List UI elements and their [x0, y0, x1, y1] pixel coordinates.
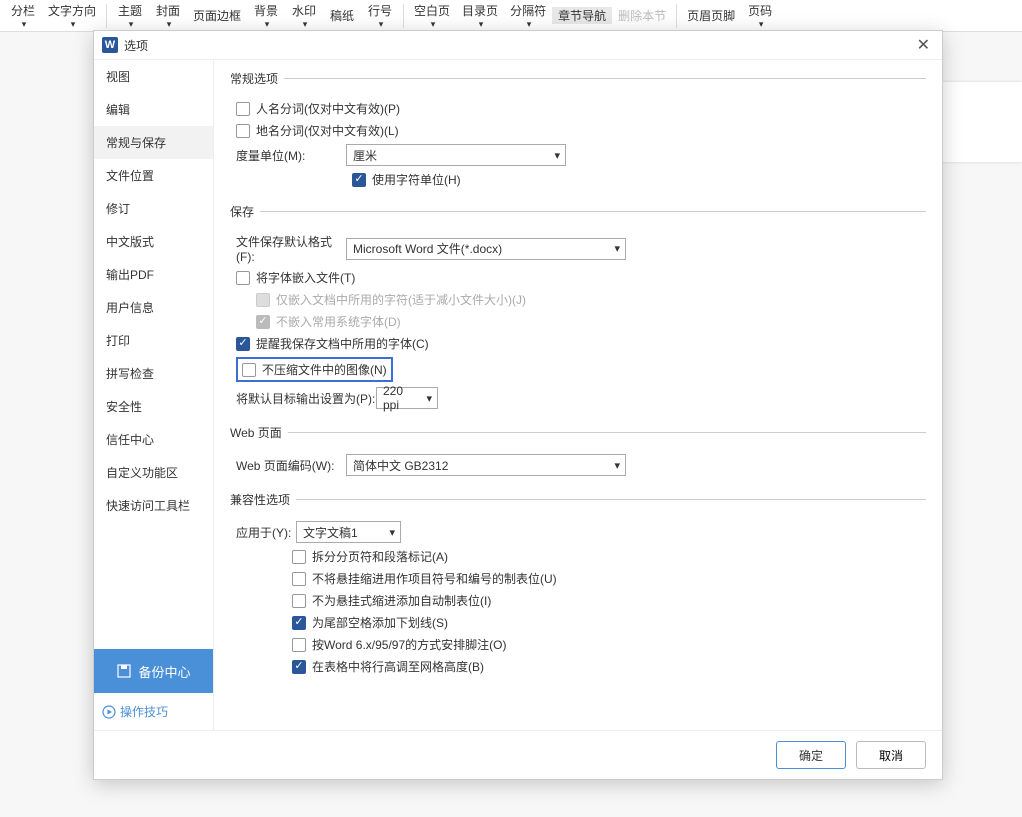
word6-footnote-checkbox[interactable]	[292, 638, 306, 652]
sidebar-item[interactable]: 常规与保存	[94, 126, 213, 159]
apply-select[interactable]: 文字文稿1	[296, 521, 401, 543]
section-general-legend: 常规选项	[230, 70, 284, 87]
ribbon-item[interactable]: 页眉页脚	[681, 7, 741, 24]
ribbon-item[interactable]: 背景 ▾	[247, 2, 285, 30]
remind-fonts-checkbox[interactable]	[236, 337, 250, 351]
sidebar-item[interactable]: 自定义功能区	[94, 456, 213, 489]
dialog-sidebar: 视图编辑常规与保存文件位置修订中文版式输出PDF用户信息打印拼写检查安全性信任中…	[94, 60, 214, 730]
cancel-button[interactable]: 取消	[856, 741, 926, 769]
ribbon-item[interactable]: 文字方向 ▾	[42, 2, 102, 30]
sidebar-list: 视图编辑常规与保存文件位置修订中文版式输出PDF用户信息打印拼写检查安全性信任中…	[94, 60, 213, 649]
app-icon: W	[102, 37, 118, 53]
sidebar-item[interactable]: 文件位置	[94, 159, 213, 192]
tips-link[interactable]: 操作技巧	[94, 693, 213, 730]
no-compress-img-checkbox[interactable]	[242, 363, 256, 377]
no-compress-img-label: 不压缩文件中的图像(N)	[262, 361, 387, 378]
backup-label: 备份中心	[138, 662, 190, 681]
ribbon-item[interactable]: 页码 ▾	[741, 2, 779, 30]
sidebar-item[interactable]: 打印	[94, 324, 213, 357]
use-char-unit-label: 使用字符单位(H)	[372, 171, 461, 188]
sidebar-item[interactable]: 中文版式	[94, 225, 213, 258]
default-out-label: 将默认目标输出设置为(P):	[236, 390, 376, 407]
embed-used-checkbox	[256, 293, 270, 307]
apply-label: 应用于(Y):	[236, 524, 296, 541]
ribbon-item[interactable]: 水印 ▾	[285, 2, 323, 30]
sidebar-item[interactable]: 安全性	[94, 390, 213, 423]
no-hang-indent-checkbox[interactable]	[292, 572, 306, 586]
unit-select[interactable]: 厘米	[346, 144, 566, 166]
no-hang-indent-label: 不将悬挂缩进用作项目符号和编号的制表位(U)	[312, 570, 557, 587]
name-seg-label: 人名分词(仅对中文有效)(P)	[256, 100, 400, 117]
sidebar-item[interactable]: 快速访问工具栏	[94, 489, 213, 522]
dialog-content: 常规选项 人名分词(仅对中文有效)(P) 地名分词(仅对中文有效)(L) 度量单…	[214, 60, 942, 730]
place-seg-label: 地名分词(仅对中文有效)(L)	[256, 122, 399, 139]
default-out-select[interactable]: 220 ppi	[376, 387, 438, 409]
no-sys-fonts-checkbox	[256, 315, 270, 329]
default-format-select[interactable]: Microsoft Word 文件(*.docx)	[346, 238, 626, 260]
ok-button[interactable]: 确定	[776, 741, 846, 769]
ribbon-item[interactable]: 封面 ▾	[149, 2, 187, 30]
section-web: Web 页面 Web 页面编码(W): 简体中文 GB2312	[230, 424, 926, 481]
dialog-footer: 确定 取消	[94, 730, 942, 779]
underline-trail-checkbox[interactable]	[292, 616, 306, 630]
tips-label: 操作技巧	[120, 703, 168, 720]
ribbon-item[interactable]: 稿纸	[323, 7, 361, 24]
close-icon[interactable]: ✕	[913, 35, 934, 55]
section-save-legend: 保存	[230, 203, 260, 220]
word6-footnote-label: 按Word 6.x/95/97的方式安排脚注(O)	[312, 636, 507, 653]
section-compat-legend: 兼容性选项	[230, 491, 296, 508]
backup-center-button[interactable]: 备份中心	[94, 649, 213, 693]
no-auto-tab-checkbox[interactable]	[292, 594, 306, 608]
ribbon-item[interactable]: 行号 ▾	[361, 2, 399, 30]
ribbon-toolbar: 分栏 ▾文字方向 ▾ 主题 ▾封面 ▾页面边框背景 ▾水印 ▾稿纸行号 ▾ 空白页 …	[0, 0, 1022, 32]
sidebar-item[interactable]: 信任中心	[94, 423, 213, 456]
ribbon-item[interactable]: 页面边框	[187, 7, 247, 24]
dialog-titlebar: W 选项 ✕	[94, 31, 942, 59]
ribbon-item: 删除本节	[612, 7, 672, 24]
use-char-unit-checkbox[interactable]	[352, 173, 366, 187]
table-grid-height-checkbox[interactable]	[292, 660, 306, 674]
underline-trail-label: 为尾部空格添加下划线(S)	[312, 614, 448, 631]
unit-label: 度量单位(M):	[236, 147, 346, 164]
remind-fonts-label: 提醒我保存文档中所用的字体(C)	[256, 335, 429, 352]
section-save: 保存 文件保存默认格式(F): Microsoft Word 文件(*.docx…	[230, 203, 926, 414]
section-web-legend: Web 页面	[230, 424, 288, 441]
embed-fonts-checkbox[interactable]	[236, 271, 250, 285]
sidebar-item[interactable]: 拼写检查	[94, 357, 213, 390]
backup-icon	[116, 663, 132, 679]
name-seg-checkbox[interactable]	[236, 102, 250, 116]
section-compat: 兼容性选项 应用于(Y): 文字文稿1 拆分分页符和段落标记(A) 不将悬挂缩进…	[230, 491, 926, 680]
split-page-checkbox[interactable]	[292, 550, 306, 564]
encoding-label: Web 页面编码(W):	[236, 457, 346, 474]
no-auto-tab-label: 不为悬挂式缩进添加自动制表位(I)	[312, 592, 491, 609]
format-label: 文件保存默认格式(F):	[236, 233, 346, 264]
ribbon-item[interactable]: 目录页 ▾	[456, 2, 504, 30]
table-grid-height-label: 在表格中将行高调至网格高度(B)	[312, 658, 484, 675]
sidebar-item[interactable]: 修订	[94, 192, 213, 225]
sidebar-item[interactable]: 编辑	[94, 93, 213, 126]
ribbon-item[interactable]: 分隔符 ▾	[504, 2, 552, 30]
section-general: 常规选项 人名分词(仅对中文有效)(P) 地名分词(仅对中文有效)(L) 度量单…	[230, 70, 926, 193]
dialog-title-text: 选项	[124, 37, 148, 54]
ribbon-item[interactable]: 分栏 ▾	[4, 2, 42, 30]
ribbon-item[interactable]: 主题 ▾	[111, 2, 149, 30]
embed-used-label: 仅嵌入文档中所用的字符(适于减小文件大小)(J)	[276, 291, 526, 308]
ribbon-item[interactable]: 空白页 ▾	[408, 2, 456, 30]
ribbon-item[interactable]: 章节导航	[552, 7, 612, 24]
dialog-body: 视图编辑常规与保存文件位置修订中文版式输出PDF用户信息打印拼写检查安全性信任中…	[94, 59, 942, 730]
tips-icon	[102, 705, 116, 719]
options-dialog: W 选项 ✕ 视图编辑常规与保存文件位置修订中文版式输出PDF用户信息打印拼写检…	[93, 30, 943, 780]
place-seg-checkbox[interactable]	[236, 124, 250, 138]
sidebar-item[interactable]: 输出PDF	[94, 258, 213, 291]
embed-fonts-label: 将字体嵌入文件(T)	[256, 269, 355, 286]
sidebar-item[interactable]: 用户信息	[94, 291, 213, 324]
split-page-label: 拆分分页符和段落标记(A)	[312, 548, 448, 565]
highlight-no-compress: 不压缩文件中的图像(N)	[236, 357, 393, 382]
no-sys-fonts-label: 不嵌入常用系统字体(D)	[276, 313, 401, 330]
sidebar-item[interactable]: 视图	[94, 60, 213, 93]
encoding-select[interactable]: 简体中文 GB2312	[346, 454, 626, 476]
